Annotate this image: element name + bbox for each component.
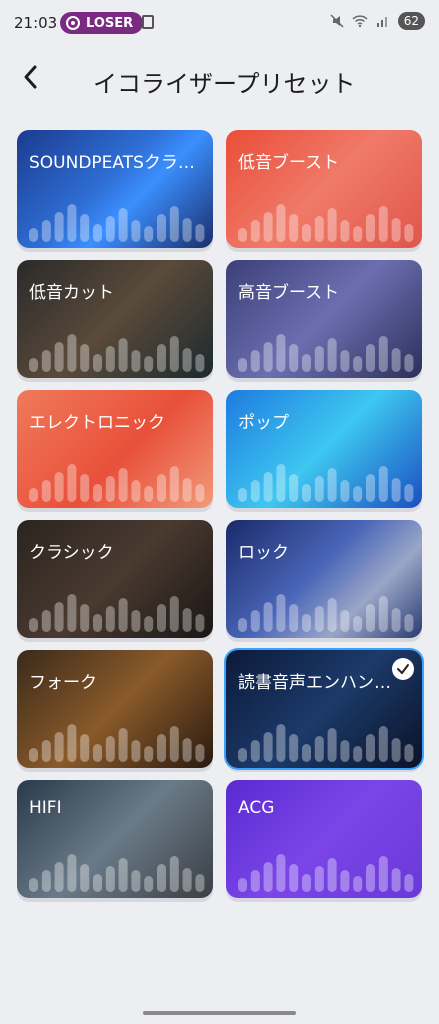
preset-label: 低音カット: [29, 283, 114, 303]
mute-icon: [330, 14, 344, 28]
preset-label: HIFI: [29, 798, 62, 818]
equalizer-bars-icon: [29, 724, 205, 762]
preset-label: フォーク: [29, 673, 97, 693]
preset-card[interactable]: SOUNDPEATSクラ…: [17, 130, 213, 248]
equalizer-bars-icon: [29, 204, 205, 242]
battery-indicator: 62: [397, 12, 425, 30]
status-time: 21:03: [14, 14, 58, 32]
chevron-left-icon: [24, 65, 37, 89]
preset-label: ロック: [238, 543, 289, 563]
equalizer-bars-icon: [238, 594, 414, 632]
check-icon: [392, 658, 414, 680]
equalizer-bars-icon: [238, 204, 414, 242]
preset-card[interactable]: フォーク: [17, 650, 213, 768]
preset-label: 高音ブースト: [238, 283, 340, 303]
preset-card[interactable]: 低音ブースト: [226, 130, 422, 248]
preset-card[interactable]: エレクトロニック: [17, 390, 213, 508]
equalizer-bars-icon: [29, 464, 205, 502]
preset-card[interactable]: クラシック: [17, 520, 213, 638]
preset-label: SOUNDPEATSクラ…: [29, 153, 195, 173]
wifi-icon: [352, 15, 368, 28]
home-indicator[interactable]: [143, 1011, 296, 1015]
preset-card[interactable]: ロック: [226, 520, 422, 638]
app-notification-icon: [142, 15, 154, 29]
equalizer-bars-icon: [29, 334, 205, 372]
preset-card-selected[interactable]: 読書音声エンハン…: [226, 650, 422, 768]
equalizer-bars-icon: [238, 724, 414, 762]
back-button[interactable]: [16, 62, 46, 92]
preset-label: クラシック: [29, 543, 114, 563]
recording-pill[interactable]: LOSER: [60, 12, 144, 34]
preset-label: エレクトロニック: [29, 413, 165, 433]
equalizer-bars-icon: [238, 854, 414, 892]
signal-icon: [376, 17, 387, 27]
preset-card[interactable]: ポップ: [226, 390, 422, 508]
equalizer-bars-icon: [29, 854, 205, 892]
status-bar: 21:03 LOSER 62: [0, 0, 439, 46]
preset-card[interactable]: HIFI: [17, 780, 213, 898]
preset-card[interactable]: 高音ブースト: [226, 260, 422, 378]
page-title: イコライザープリセット: [93, 70, 356, 98]
equalizer-bars-icon: [29, 594, 205, 632]
equalizer-bars-icon: [238, 334, 414, 372]
preset-card[interactable]: ACG: [226, 780, 422, 898]
preset-label: 読書音声エンハン…: [238, 673, 391, 693]
preset-label: 低音ブースト: [238, 153, 340, 173]
recording-pill-label: LOSER: [86, 15, 134, 31]
preset-card[interactable]: 低音カット: [17, 260, 213, 378]
status-icons: 62: [330, 12, 425, 30]
equalizer-bars-icon: [238, 464, 414, 502]
preset-label: ポップ: [238, 413, 289, 433]
preset-label: ACG: [238, 798, 275, 818]
record-icon: [66, 16, 80, 30]
header: イコライザープリセット: [0, 52, 439, 108]
